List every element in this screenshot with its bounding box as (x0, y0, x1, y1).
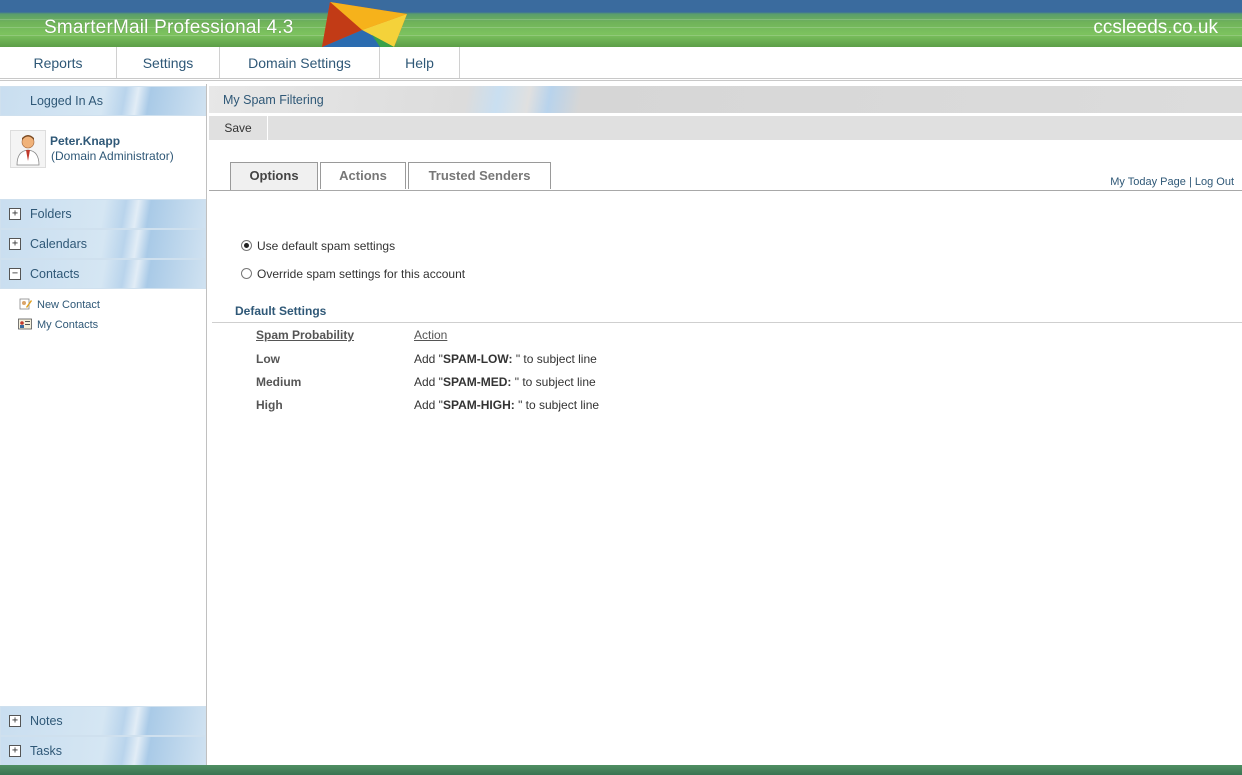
spam-level-low: Low (256, 352, 280, 366)
toolbar: Save (209, 116, 1242, 140)
sidebar-section-label: Calendars (30, 237, 87, 251)
column-header-spam-probability: Spam Probability (256, 328, 355, 342)
override-spam-radio[interactable]: Override spam settings for this account (241, 267, 465, 281)
spam-tag: SPAM-HIGH: (442, 398, 515, 412)
user-role: (Domain Administrator) (51, 149, 174, 163)
default-settings-title: Default Settings (235, 304, 327, 318)
contacts-card-icon (18, 318, 32, 330)
expand-plus-icon[interactable]: + (9, 208, 21, 220)
nav-domain-settings[interactable]: Domain Settings (220, 47, 380, 78)
sidebar-section-notes[interactable]: + Notes (0, 706, 206, 736)
radio-checked-icon[interactable] (241, 240, 252, 251)
sidebar-section-label: Tasks (30, 744, 62, 758)
expand-plus-icon[interactable]: + (9, 715, 21, 727)
my-contacts-link[interactable]: My Contacts (37, 319, 98, 331)
user-avatar-icon (10, 130, 46, 168)
sidebar-section-label: Notes (30, 714, 63, 728)
use-default-spam-radio[interactable]: Use default spam settings (241, 239, 395, 253)
user-name: Peter.Knapp (50, 134, 121, 148)
nav-help[interactable]: Help (380, 47, 460, 78)
sidebar (0, 84, 207, 765)
divider (212, 322, 1242, 323)
domain-brand: ccsleeds.co.uk (1093, 17, 1218, 38)
nav-settings[interactable]: Settings (117, 47, 220, 78)
spam-action-high: Add "SPAM-HIGH: " to subject line (414, 398, 600, 412)
spam-action-low: Add "SPAM-LOW: " to subject line (414, 352, 597, 366)
tab-options[interactable]: Options (230, 162, 318, 190)
spam-level-medium: Medium (256, 375, 302, 389)
logged-in-label: Logged In As (30, 94, 103, 108)
sidebar-section-tasks[interactable]: + Tasks (0, 736, 206, 766)
app-header: SmarterMail Professional 4.3 ccsleeds.co… (0, 0, 1242, 47)
nav-reports[interactable]: Reports (0, 47, 117, 78)
sidebar-section-label: Folders (30, 207, 72, 221)
logged-in-header: Logged In As (0, 86, 206, 116)
collapse-minus-icon[interactable]: − (9, 268, 21, 280)
sidebar-section-folders[interactable]: + Folders (0, 199, 206, 229)
column-header-action: Action (414, 328, 448, 342)
spam-tag: SPAM-LOW: (442, 352, 513, 366)
radio-label: Use default spam settings (257, 239, 396, 253)
new-contact-icon (19, 298, 32, 310)
expand-plus-icon[interactable]: + (9, 238, 21, 250)
tab-trusted-senders[interactable]: Trusted Senders (408, 162, 551, 189)
page-header: My Spam Filtering (209, 86, 1242, 113)
spam-tag: SPAM-MED: (442, 375, 512, 389)
save-button[interactable]: Save (209, 116, 268, 140)
envelope-logo-icon (322, 2, 407, 47)
spam-level-high: High (256, 398, 283, 412)
new-contact-link[interactable]: New Contact (37, 299, 100, 311)
sidebar-section-calendars[interactable]: + Calendars (0, 229, 206, 259)
tab-strip: Options Actions Trusted Senders (209, 162, 1242, 191)
tab-actions[interactable]: Actions (320, 162, 406, 189)
main-nav: Reports Settings Domain Settings Help (0, 47, 1242, 81)
sidebar-section-label: Contacts (30, 267, 80, 281)
page-title: My Spam Filtering (223, 93, 324, 107)
footer-bar (0, 765, 1242, 775)
expand-plus-icon[interactable]: + (9, 745, 21, 757)
radio-unchecked-icon[interactable] (241, 268, 252, 279)
spam-action-medium: Add "SPAM-MED: " to subject line (414, 375, 596, 389)
sidebar-section-contacts[interactable]: − Contacts (0, 259, 206, 289)
radio-label: Override spam settings for this account (257, 267, 466, 281)
app-title: SmarterMail Professional 4.3 (44, 17, 294, 38)
